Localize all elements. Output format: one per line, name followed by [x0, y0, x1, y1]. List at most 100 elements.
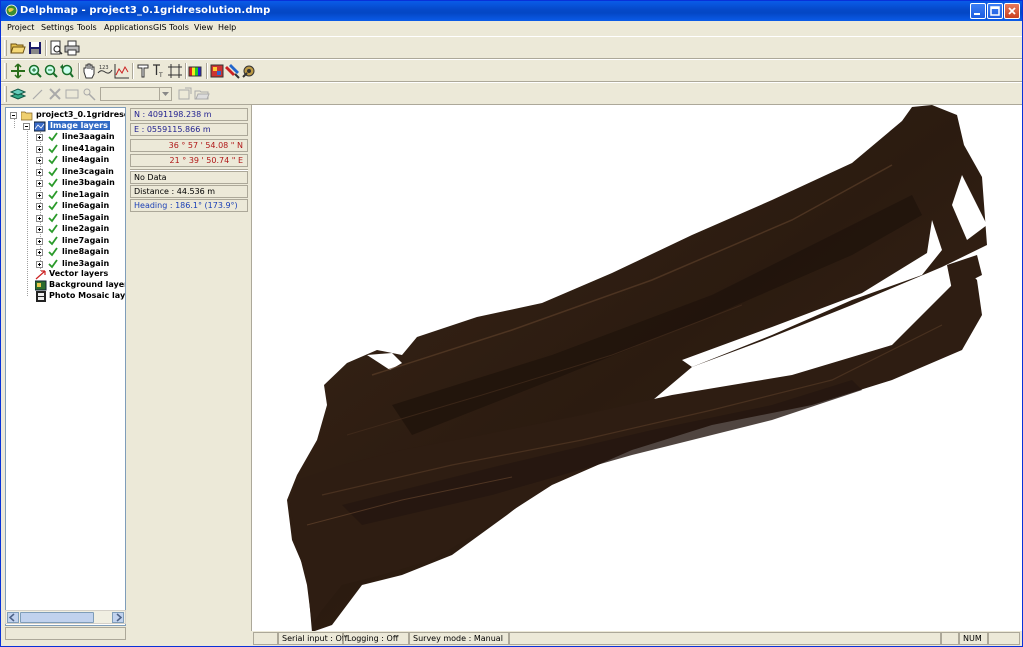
coordinate-info-panel: N : 4091198.238 m E : 0559115.866 m 36 °… — [128, 107, 250, 642]
expand-expander[interactable] — [36, 260, 43, 268]
open-folder-icon[interactable] — [10, 40, 26, 56]
tree-image-layer[interactable]: line3cagain — [6, 166, 125, 178]
checkmark-icon[interactable] — [48, 224, 58, 234]
layer-select[interactable] — [100, 87, 172, 101]
image-layer-label: line5again — [62, 212, 110, 222]
checkmark-icon[interactable] — [48, 189, 58, 200]
tree-node-vector-layers[interactable]: Vector layers — [6, 269, 125, 280]
app-window: Delphmap - project3_0.1gridresolution.dm… — [0, 0, 1023, 647]
tree-image-layer[interactable]: line6again — [6, 201, 125, 212]
text-tool-icon[interactable]: T — [151, 63, 167, 79]
zoom-out-icon[interactable] — [43, 63, 59, 79]
tree-horizontal-scrollbar[interactable] — [5, 610, 126, 624]
maximize-button[interactable] — [987, 3, 1003, 19]
expand-expander[interactable] — [36, 145, 43, 153]
background-layers-icon — [35, 280, 47, 291]
menu-help[interactable]: Help — [218, 23, 236, 32]
menu-settings[interactable]: Settings — [41, 23, 74, 32]
checkmark-icon[interactable] — [48, 258, 58, 269]
checkmark-icon[interactable] — [48, 235, 58, 246]
expand-expander[interactable] — [36, 180, 43, 187]
menu-applications[interactable]: Applications — [104, 23, 153, 32]
paint-icon[interactable] — [225, 63, 241, 79]
scrollbar-thumb[interactable] — [20, 612, 94, 623]
menu-view[interactable]: View — [194, 23, 213, 32]
minimize-icon — [974, 13, 980, 15]
expand-expander[interactable] — [36, 226, 43, 233]
line-tool-icon[interactable] — [30, 86, 46, 102]
close-button[interactable] — [1004, 3, 1020, 19]
tree-node-image-layers[interactable]: Image layers — [6, 121, 125, 132]
map-view[interactable] — [251, 104, 1022, 631]
tree-image-layer[interactable]: line41again — [6, 143, 125, 155]
zoom-extent-icon[interactable] — [10, 63, 26, 79]
collapse-expander[interactable] — [10, 112, 17, 119]
scroll-right-icon[interactable] — [112, 612, 124, 623]
chevron-down-icon[interactable] — [159, 88, 171, 100]
tree-image-layer[interactable]: line3bagain — [6, 178, 125, 189]
toolbar-grip[interactable] — [4, 40, 7, 56]
tree-image-layer[interactable]: line3aagain — [6, 132, 125, 143]
print-preview-icon[interactable] — [48, 40, 64, 56]
menu-project[interactable]: Project — [7, 23, 34, 32]
title-bar[interactable]: Delphmap - project3_0.1gridresolution.dm… — [1, 1, 1022, 21]
expand-expander[interactable] — [36, 237, 43, 245]
scroll-left-icon[interactable] — [7, 612, 19, 623]
expand-expander[interactable] — [36, 134, 43, 141]
checkmark-icon[interactable] — [48, 143, 58, 154]
app-globe-icon — [5, 4, 18, 17]
expand-expander[interactable] — [36, 157, 43, 164]
tree-image-layer[interactable]: line3again — [6, 258, 125, 270]
menu-tools[interactable]: Tools — [77, 23, 97, 32]
toolbar-grip[interactable] — [4, 86, 7, 102]
checkmark-icon[interactable] — [48, 201, 58, 211]
zoom-previous-icon[interactable] — [59, 63, 75, 79]
tree-image-layer[interactable]: line2again — [6, 224, 125, 235]
checkmark-icon[interactable] — [48, 132, 58, 142]
zoom-in-icon[interactable] — [27, 63, 43, 79]
palette-icon[interactable] — [209, 63, 225, 79]
layer-icon[interactable] — [10, 86, 26, 102]
toolbar-grip[interactable] — [4, 63, 7, 79]
expand-expander[interactable] — [36, 191, 43, 199]
pan-hand-icon[interactable] — [81, 63, 97, 79]
expand-expander[interactable] — [36, 168, 43, 176]
expand-expander[interactable] — [36, 249, 43, 256]
tools-icon[interactable] — [241, 63, 257, 79]
save-icon[interactable] — [27, 40, 43, 56]
layer-tree[interactable]: project3_0.1gridresol Image layers line3… — [5, 107, 126, 626]
expand-expander[interactable] — [36, 214, 43, 222]
checkmark-icon[interactable] — [48, 178, 58, 188]
tree-image-layer[interactable]: line4again — [6, 155, 125, 166]
grid-icon[interactable] — [167, 63, 183, 79]
image-layers-label: Image layers — [48, 121, 110, 130]
tree-image-layer[interactable]: line1again — [6, 189, 125, 201]
annotate-icon[interactable] — [135, 63, 151, 79]
expand-expander[interactable] — [36, 203, 43, 210]
delete-icon[interactable] — [47, 86, 63, 102]
menu-gis-tools[interactable]: GIS Tools — [153, 23, 189, 32]
profile-icon[interactable] — [114, 63, 130, 79]
minimize-button[interactable] — [970, 3, 986, 19]
measure-distance-icon[interactable]: 123 — [97, 63, 113, 79]
tree-root-project[interactable]: project3_0.1gridresol — [6, 110, 125, 121]
svg-text:123: 123 — [99, 65, 109, 71]
checkmark-icon[interactable] — [48, 155, 58, 165]
print-icon[interactable] — [64, 40, 80, 56]
checkmark-icon[interactable] — [48, 247, 58, 257]
properties-icon[interactable] — [81, 86, 97, 102]
rectangle-icon[interactable] — [64, 86, 80, 102]
tree-node-photo-mosaic[interactable]: Photo Mosaic layer — [6, 291, 125, 302]
import-icon[interactable] — [177, 86, 193, 102]
tree-image-layer[interactable]: line7again — [6, 235, 125, 247]
export-icon[interactable] — [194, 86, 210, 102]
tree-image-layer[interactable]: line8again — [6, 247, 125, 258]
collapse-expander[interactable] — [23, 123, 30, 130]
tree-image-layer[interactable]: line5again — [6, 212, 125, 224]
tree-node-background-layers[interactable]: Background layers — [6, 280, 125, 291]
color-scale-icon[interactable] — [188, 63, 204, 79]
checkmark-icon[interactable] — [48, 212, 58, 223]
checkmark-icon[interactable] — [48, 166, 58, 177]
distance-readout: Distance : 44.536 m — [130, 185, 248, 198]
file-toolbar — [1, 36, 1022, 59]
